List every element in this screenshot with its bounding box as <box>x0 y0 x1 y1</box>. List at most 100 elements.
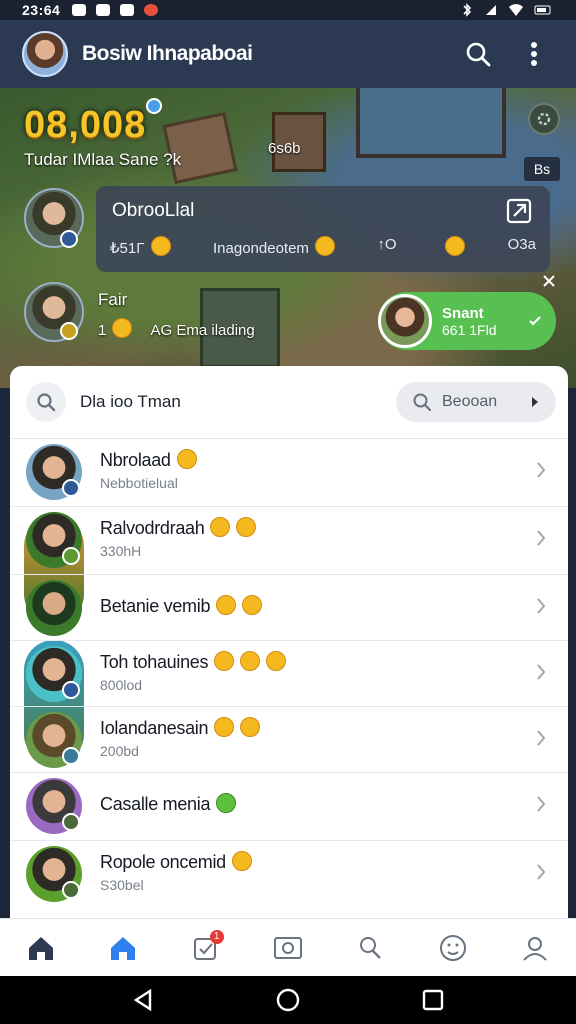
recents-button[interactable] <box>413 980 453 1020</box>
search-icon <box>413 393 432 412</box>
user-icon <box>523 936 547 961</box>
pill-title: Snant <box>442 304 484 322</box>
clock: 23:64 <box>22 2 61 18</box>
notification-badge: 1 <box>209 929 224 944</box>
circle-home-icon <box>276 988 300 1012</box>
list-item[interactable]: Casalle menia <box>10 772 568 838</box>
list-item[interactable]: Betanie vemib <box>10 574 568 640</box>
list-item[interactable]: Ralvodrdraah 330hH <box>10 506 568 572</box>
search-label: Dla ioo Tman <box>80 392 181 411</box>
status-pill[interactable]: Snant 661 1Fld <box>378 292 556 350</box>
friends-panel: Dla ioo Tman Beooan Nbrolaad Nebbotielua… <box>10 366 568 918</box>
app-title: Bosiw Ihnapaboai <box>82 42 253 65</box>
list-item-sub: S30bel <box>100 877 144 893</box>
smile-emoji-icon <box>214 651 235 671</box>
gear-icon <box>537 112 551 126</box>
close-button[interactable] <box>540 272 558 290</box>
app-icon <box>96 4 111 16</box>
grin-emoji-icon <box>266 651 287 671</box>
profile-avatar[interactable] <box>22 31 68 77</box>
bottom-nav: 1 <box>0 918 576 976</box>
camera-icon <box>273 936 302 959</box>
search-icon <box>466 42 491 67</box>
pill-subtitle: 661 1Fld <box>442 321 497 338</box>
list-item[interactable]: Toh tohauines 800lod <box>10 640 568 706</box>
smile-emoji-icon <box>210 517 231 537</box>
status-bar: 23:64 <box>0 0 576 20</box>
smile-icon <box>439 934 466 961</box>
list-item[interactable]: Ropole oncemid S30bel <box>10 840 568 906</box>
close-icon <box>543 275 555 287</box>
list-item-sub: 200bd <box>100 743 139 759</box>
edit-badge-icon <box>62 479 80 497</box>
search-toggle[interactable] <box>26 382 66 422</box>
notice-stat-right: O3a <box>507 236 536 253</box>
scene-house <box>356 88 506 158</box>
list-item-name: Ralvodrdraah <box>100 517 257 539</box>
external-link-icon[interactable] <box>506 198 532 224</box>
notice-stat-after: ↑O <box>377 236 397 253</box>
list-item-name: Casalle menia <box>100 793 237 815</box>
list-item-sub: 800lod <box>100 677 143 693</box>
more-menu-button[interactable] <box>514 34 554 74</box>
wifi-icon <box>509 4 523 16</box>
search-person-icon <box>360 936 382 959</box>
system-nav <box>0 976 576 1024</box>
list-item[interactable]: Iolandanesain 200bd <box>10 706 568 772</box>
grin-emoji-icon <box>240 717 261 737</box>
nav-house-button[interactable] <box>101 926 145 970</box>
notice-stat-mid: Inagondeotem <box>213 240 309 257</box>
back-icon <box>133 988 151 1012</box>
nav-camera-button[interactable] <box>266 926 310 970</box>
grin-emoji-icon <box>242 595 263 615</box>
edit-badge-icon <box>62 547 80 565</box>
recents-icon <box>423 989 444 1011</box>
search-button[interactable] <box>458 34 498 74</box>
list-item[interactable]: Nbrolaad Nebbotielual <box>10 438 568 504</box>
nav-emoji-button[interactable] <box>431 926 475 970</box>
edit-badge-icon <box>62 681 80 699</box>
chevron-right-icon <box>537 462 546 478</box>
chevron-right-icon <box>537 796 546 812</box>
list-item-name: Iolandanesain <box>100 717 261 739</box>
search-row: Dla ioo Tman Beooan <box>26 380 556 424</box>
corner-tag[interactable]: Bs <box>524 157 560 181</box>
scene-crate <box>162 112 238 184</box>
bluetooth-icon <box>463 3 472 17</box>
avatar <box>26 580 82 636</box>
chevron-right-icon <box>537 664 546 680</box>
back-button[interactable] <box>123 980 163 1020</box>
nav-search-button[interactable] <box>348 926 392 970</box>
chevron-right-icon <box>537 864 546 880</box>
friend-count: 1 <box>98 322 107 339</box>
home-icon <box>29 936 54 960</box>
smile-emoji-icon <box>216 595 237 615</box>
smile-emoji-icon <box>240 651 261 671</box>
nav-home-button[interactable] <box>19 926 63 970</box>
nav-tasks-button[interactable]: 1 <box>184 926 228 970</box>
chevron-right-icon <box>537 530 546 546</box>
nav-profile-button[interactable] <box>513 926 557 970</box>
green-emoji-icon <box>216 793 237 813</box>
home-system-button[interactable] <box>268 980 308 1020</box>
smile-emoji-icon <box>214 717 235 737</box>
pill-avatar <box>378 294 432 348</box>
signal-icon <box>486 5 496 15</box>
chat-icon <box>120 4 135 16</box>
search-button[interactable]: Beooan <box>396 382 556 422</box>
score-subtitle: Tudar IMlaa Sane ?k <box>24 150 182 169</box>
friend-activity: 1 AG Ema ilading <box>98 318 255 339</box>
scene-label: 6s6b <box>268 140 301 157</box>
check-icon <box>529 316 541 326</box>
score-info-icon[interactable] <box>146 98 162 114</box>
grin-emoji-icon <box>236 517 257 537</box>
notice-card[interactable]: ObrooLlal ₺51Γ Inagondeotem ↑O O3a <box>96 186 550 272</box>
edit-badge-icon <box>60 230 78 248</box>
settings-button[interactable] <box>528 103 560 135</box>
list-item-name: Betanie vemib <box>100 595 263 617</box>
notice-title: ObrooLlal <box>112 200 195 221</box>
search-icon <box>37 393 56 412</box>
chevron-right-icon <box>537 598 546 614</box>
chevron-right-icon <box>532 397 538 407</box>
app-header: Bosiw Ihnapaboai <box>0 20 576 88</box>
